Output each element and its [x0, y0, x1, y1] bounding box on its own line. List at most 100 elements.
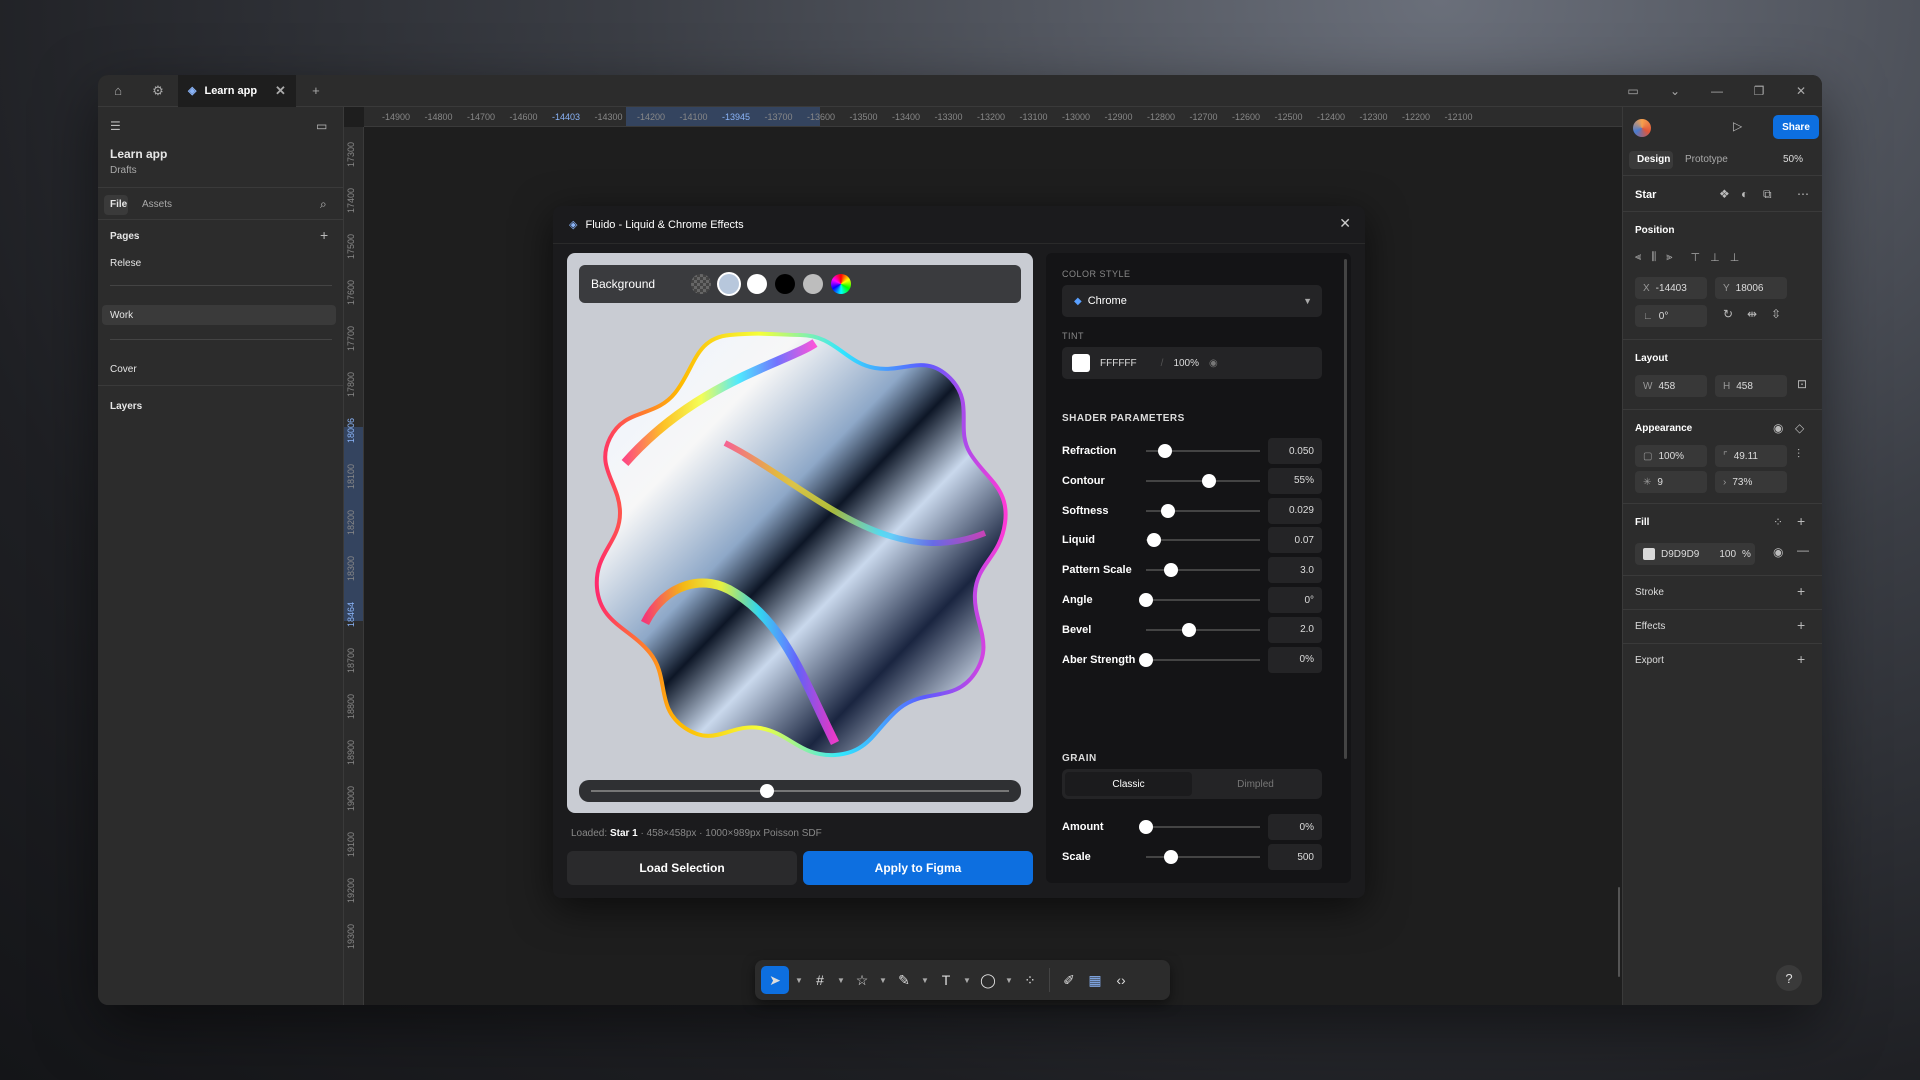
y-field[interactable]: Y 18006: [1715, 277, 1787, 299]
constrain-proportions-icon[interactable]: ⊡: [1797, 377, 1807, 391]
load-selection-button[interactable]: Load Selection: [567, 851, 797, 885]
chevron-down-icon[interactable]: ▼: [1003, 966, 1015, 994]
param-value-field[interactable]: 500: [1268, 844, 1322, 870]
star-ratio-field[interactable]: › 73%: [1715, 471, 1787, 493]
component-icon[interactable]: ❖: [1719, 187, 1730, 201]
chevron-down-icon[interactable]: ▼: [835, 966, 847, 994]
add-stroke-icon[interactable]: +: [1797, 583, 1805, 599]
slider-knob[interactable]: [1139, 593, 1153, 607]
corner-radius-field[interactable]: ⌜ 49.11: [1715, 445, 1787, 467]
chevron-down-icon[interactable]: ▼: [961, 966, 973, 994]
slider-knob[interactable]: [1182, 622, 1197, 637]
fill-field[interactable]: D9D9D9 100 %: [1635, 543, 1755, 565]
main-menu-icon[interactable]: ☰: [110, 119, 121, 133]
tint-field[interactable]: FFFFFF / 100% ◉: [1062, 347, 1322, 379]
rainbow-swatch[interactable]: [831, 274, 852, 294]
eye-icon[interactable]: ◉: [1209, 358, 1218, 369]
minimize-icon[interactable]: —: [1696, 75, 1738, 107]
tint-swatch[interactable]: [1072, 354, 1090, 372]
rotation-field[interactable]: ∟ 0°: [1635, 305, 1707, 327]
opacity-field[interactable]: ▢ 100%: [1635, 445, 1707, 467]
transparent-swatch[interactable]: [691, 274, 712, 294]
avatar[interactable]: [1633, 119, 1651, 137]
add-fill-icon[interactable]: +: [1797, 513, 1805, 529]
slider-knob[interactable]: [1139, 820, 1153, 834]
slider-track[interactable]: [1146, 826, 1260, 828]
star-count-field[interactable]: ✳ 9: [1635, 471, 1707, 493]
styles-icon[interactable]: ⁘: [1773, 515, 1783, 529]
chevron-down-icon[interactable]: ▼: [877, 966, 889, 994]
visibility-icon[interactable]: ◉: [1773, 421, 1783, 435]
maximize-icon[interactable]: ❐: [1738, 75, 1780, 107]
frame-tool-icon[interactable]: #: [809, 966, 831, 994]
gray-swatch[interactable]: [803, 274, 824, 294]
fill-swatch[interactable]: [1643, 548, 1655, 560]
slider-knob[interactable]: [1164, 563, 1179, 578]
slider-knob[interactable]: [1158, 444, 1173, 458]
dev-mode-icon[interactable]: ‹›: [1110, 966, 1132, 994]
tint-opacity[interactable]: 100%: [1173, 358, 1199, 369]
more-icon[interactable]: ⋯: [1797, 187, 1809, 201]
add-export-icon[interactable]: +: [1797, 651, 1805, 667]
add-tab-button[interactable]: +: [296, 75, 336, 107]
align-bottom-icon[interactable]: ⊥: [1730, 251, 1740, 264]
close-window-icon[interactable]: ✕: [1780, 75, 1822, 107]
x-field[interactable]: X -14403: [1635, 277, 1707, 299]
project-location[interactable]: Drafts: [110, 165, 137, 176]
align-middle-icon[interactable]: ⊥: [1710, 251, 1720, 264]
independent-corners-icon[interactable]: ⫶: [1797, 447, 1800, 462]
chevron-down-icon[interactable]: ⌄: [1654, 75, 1696, 107]
help-button[interactable]: ?: [1776, 965, 1802, 991]
slider-track[interactable]: [1146, 599, 1260, 601]
slider-track[interactable]: [1146, 539, 1260, 542]
close-tab-icon[interactable]: ✕: [275, 83, 286, 99]
black-swatch[interactable]: [775, 274, 796, 294]
param-value-field[interactable]: 3.0: [1268, 557, 1322, 584]
move-tool-icon[interactable]: ➤: [761, 966, 789, 994]
chevron-down-icon[interactable]: ▼: [793, 966, 805, 994]
align-top-icon[interactable]: ⊤: [1691, 251, 1701, 264]
draw-mode-icon[interactable]: ✐: [1058, 966, 1080, 994]
slider-track[interactable]: [1146, 628, 1260, 631]
slider-knob[interactable]: [1164, 850, 1179, 864]
text-tool-icon[interactable]: T: [935, 966, 957, 994]
comment-tool-icon[interactable]: ◯: [977, 966, 999, 994]
align-right-icon[interactable]: ⫸: [1666, 251, 1672, 264]
slider-knob[interactable]: [1139, 652, 1153, 667]
star-tool-icon[interactable]: ☆: [851, 966, 873, 994]
white-swatch[interactable]: [747, 274, 768, 294]
slider-knob[interactable]: [1160, 503, 1175, 518]
zoom-level[interactable]: 50%: [1783, 154, 1803, 165]
param-value-field[interactable]: 0%: [1268, 646, 1322, 673]
timeline-slider[interactable]: [579, 780, 1021, 802]
chevron-down-icon[interactable]: ▼: [919, 966, 931, 994]
design-mode-icon[interactable]: ▦: [1084, 966, 1106, 994]
page-item[interactable]: Relese: [110, 258, 141, 269]
tab-learn-app[interactable]: ◈ Learn app ✕: [178, 75, 296, 107]
share-button[interactable]: Share: [1773, 115, 1819, 139]
controls-scrollbar[interactable]: [1344, 259, 1347, 759]
timeline-knob[interactable]: [759, 784, 774, 798]
tab-file[interactable]: File: [110, 199, 127, 210]
width-field[interactable]: W 458: [1635, 375, 1707, 397]
height-field[interactable]: H 458: [1715, 375, 1787, 397]
fill-visibility-icon[interactable]: ◉: [1773, 545, 1783, 559]
remove-fill-icon[interactable]: —: [1797, 543, 1809, 557]
canvas-scrollbar[interactable]: [1618, 887, 1620, 977]
param-value-field[interactable]: 0.050: [1268, 438, 1322, 464]
align-controls[interactable]: ⫷ ⫼ ⫸ ⊤ ⊥ ⊥: [1635, 251, 1739, 264]
param-value-field[interactable]: 0.07: [1268, 527, 1322, 554]
project-name[interactable]: Learn app: [110, 147, 167, 161]
param-value-field[interactable]: 0.029: [1268, 497, 1322, 524]
mask-icon[interactable]: ◐: [1741, 187, 1748, 201]
slider-knob[interactable]: [1146, 533, 1161, 548]
align-left-icon[interactable]: ⫷: [1635, 251, 1641, 264]
apply-to-figma-button[interactable]: Apply to Figma: [803, 851, 1033, 885]
light-blue-swatch[interactable]: [719, 274, 740, 294]
page-item[interactable]: Cover: [110, 364, 137, 375]
effect-preview[interactable]: Background: [567, 253, 1033, 813]
slider-track[interactable]: [1146, 658, 1260, 661]
flip-vertical-icon[interactable]: ⇳: [1771, 307, 1781, 321]
search-icon[interactable]: ⌕: [320, 197, 327, 212]
pen-tool-icon[interactable]: ✎: [893, 966, 915, 994]
